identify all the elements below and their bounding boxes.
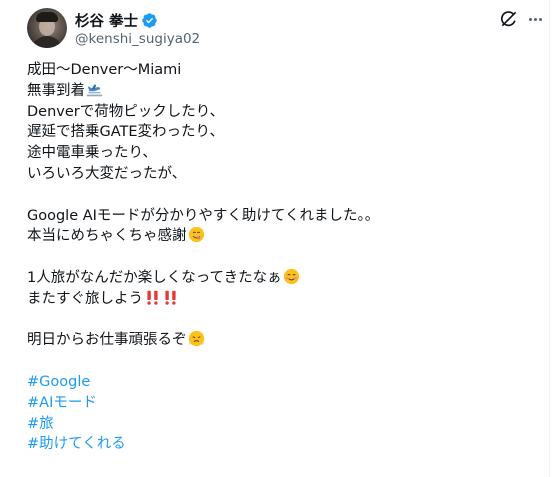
hashtag-link[interactable]: #旅 — [27, 414, 527, 435]
tweet-line: 本当にめちゃくちゃ感謝 — [27, 226, 527, 247]
smiling-face-emoji-icon — [283, 268, 299, 285]
tweet-line: 無事到着 — [27, 81, 527, 102]
tweet-line: 明日からお仕事頑張るぞ — [27, 330, 527, 351]
tweet-line: Google AIモードが分かりやすく助けてくれました。。 — [27, 207, 380, 224]
display-name[interactable]: 杉谷 拳士 — [75, 10, 138, 31]
double-exclamation-emoji-icon — [147, 290, 158, 305]
author-handle[interactable]: @kenshi_sugiya02 — [75, 31, 200, 47]
double-exclamation-emoji-icon — [165, 290, 176, 305]
tweet-line: 途中電車乗ったり、 — [27, 145, 157, 162]
savoring-face-emoji-icon — [188, 227, 204, 243]
tweet-line: いろいろ大変だったが、 — [27, 165, 187, 182]
tweet-line: 1人旅がなんだか楽しくなってきたなぁ — [27, 268, 527, 289]
grok-icon[interactable] — [499, 9, 519, 29]
author-names[interactable]: 杉谷 拳士 @kenshi_sugiya02 — [75, 10, 200, 47]
more-icon[interactable] — [525, 9, 545, 29]
tweet-line: またすぐ旅しよう — [27, 289, 527, 310]
hashtag-link[interactable]: #Google — [27, 372, 527, 393]
tweet-line: 成田〜Denver〜Miami — [27, 62, 182, 78]
verified-badge-icon — [142, 12, 157, 28]
hashtag-link[interactable]: #助けてくれる — [27, 434, 527, 455]
tweet-line: 遅延で搭乗GATE変わったり、 — [27, 124, 224, 141]
tweet-header: 杉谷 拳士 @kenshi_sugiya02 — [27, 8, 549, 48]
hashtag-link[interactable]: #AIモード — [27, 393, 527, 414]
steaming-face-emoji-icon — [188, 331, 204, 347]
avatar[interactable] — [27, 8, 67, 48]
airplane-landing-emoji-icon — [86, 84, 103, 97]
tweet-text: 成田〜Denver〜Miami 無事到着 Denverで荷物ピックしたり、 遅延… — [27, 60, 527, 455]
tweet-card: 杉谷 拳士 @kenshi_sugiya02 成田〜Denver〜Miami 無… — [0, 0, 550, 477]
tweet-line: Denverで荷物ピックしたり、 — [27, 103, 225, 120]
